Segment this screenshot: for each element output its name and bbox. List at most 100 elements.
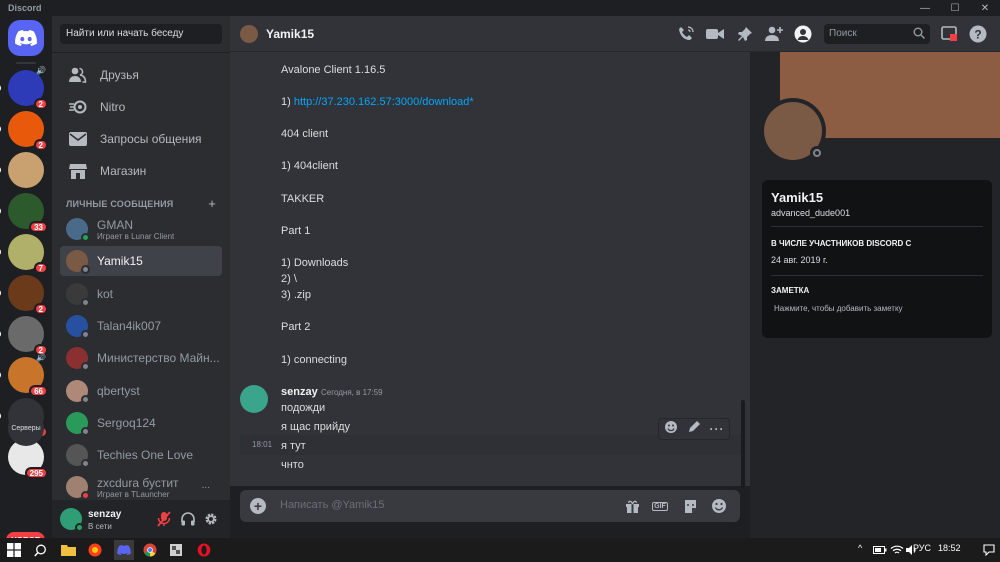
close-button[interactable]: ✕ (970, 0, 1000, 16)
dm-item[interactable]: qbertyst (60, 376, 222, 406)
battery-icon[interactable] (872, 542, 888, 558)
mention-badge: 2 (33, 303, 48, 315)
dm-item[interactable]: Министерство Майн... (60, 343, 222, 373)
dm-activity: Играет в Lunar Client (97, 231, 175, 241)
servers-folder[interactable]: Серверы (8, 410, 44, 446)
dm-avatar (66, 379, 90, 404)
wifi-icon[interactable] (889, 542, 905, 558)
download-link[interactable]: http://37.230.162.57:3000/download* (294, 96, 474, 108)
message-line: подожди (281, 402, 326, 414)
emoji-icon[interactable] (711, 498, 727, 514)
server-icon[interactable]: 2 (0, 316, 48, 356)
home-button[interactable] (8, 20, 44, 56)
gif-button[interactable]: GIF (652, 498, 668, 514)
add-friends-to-dm-icon[interactable] (765, 25, 783, 43)
message-list: Avalone Client 1.16.5 1) http://37.230.1… (230, 52, 750, 486)
recipient-avatar[interactable] (240, 25, 258, 43)
status-dot (81, 265, 90, 275)
server-icon[interactable]: 7 (0, 234, 48, 274)
server-icon[interactable]: 2 (0, 111, 48, 151)
message-line: 1) Downloads (281, 257, 349, 269)
server-icon[interactable] (0, 152, 44, 188)
dm-item[interactable]: zxcdura бустит Играет в TLauncher... (60, 472, 222, 502)
dm-avatar (66, 444, 90, 469)
note-header: ЗАМЕТКА (771, 286, 810, 295)
notifications-icon[interactable] (981, 542, 997, 558)
server-icon[interactable]: 33 (0, 193, 48, 233)
create-dm-plus-icon[interactable]: + (208, 196, 216, 211)
mention-badge: 33 (29, 221, 48, 233)
server-icon[interactable]: 2 (0, 275, 48, 315)
help-icon[interactable]: ? (969, 25, 987, 43)
profile-avatar[interactable] (760, 98, 826, 164)
dm-avatar (66, 282, 90, 307)
pinned-messages-icon[interactable] (736, 25, 754, 43)
windows-start-icon[interactable] (6, 542, 22, 558)
status-dot (81, 362, 90, 372)
dm-item[interactable]: kot (60, 279, 222, 309)
yandex-browser-icon[interactable] (87, 542, 103, 558)
user-avatar[interactable] (60, 508, 84, 532)
dm-item[interactable]: Yamik15 (60, 246, 222, 277)
nav-friends[interactable]: Друзья (60, 61, 222, 89)
unread-pip (0, 330, 1, 338)
chrome-icon[interactable] (142, 542, 158, 558)
input-language[interactable]: РУС (913, 543, 931, 553)
dm-item[interactable]: Sergoq124 (60, 408, 222, 438)
maximize-button[interactable]: ☐ (940, 0, 970, 16)
dm-name: Techies One Love (97, 448, 194, 463)
note-input[interactable]: Нажмите, чтобы добавить заметку (774, 304, 903, 313)
edit-pencil-icon[interactable] (687, 420, 701, 439)
dm-name: Yamik15 (97, 254, 143, 269)
add-attachment-plus-icon[interactable]: + (250, 498, 266, 514)
clock[interactable]: 18:52 (938, 543, 961, 553)
file-explorer-icon[interactable] (60, 542, 76, 558)
more-dms-icon[interactable]: ... (202, 480, 210, 491)
chat-scrollbar[interactable] (741, 400, 745, 488)
nav-shop[interactable]: Магазин (60, 157, 222, 185)
author-avatar[interactable] (240, 385, 268, 413)
unread-pip (0, 371, 1, 379)
user-profile-icon[interactable] (794, 25, 812, 43)
add-reaction-icon[interactable] (664, 420, 678, 439)
discord-taskbar-icon[interactable] (114, 540, 134, 560)
headphones-icon[interactable] (180, 511, 196, 527)
find-conversation-button[interactable]: Найти или начать беседу (60, 24, 222, 44)
video-call-icon[interactable] (706, 25, 724, 43)
taskbar-search-icon[interactable] (32, 542, 48, 558)
dm-item[interactable]: Talan4ik007 (60, 311, 222, 341)
chat-search-input[interactable]: Поиск (824, 24, 930, 44)
recipient-name[interactable]: Yamik15 (266, 27, 314, 41)
dm-name: Talan4ik007 (97, 318, 162, 333)
minimize-button[interactable]: — (910, 0, 940, 16)
show-hidden-icons[interactable]: ^ (858, 543, 862, 553)
message-line: 2) \ (281, 273, 297, 285)
settings-gear-icon[interactable] (203, 511, 219, 527)
mention-badge: 2 (33, 139, 48, 151)
offline-status-icon (810, 146, 824, 160)
dm-avatar (66, 250, 90, 275)
dm-item[interactable]: Techies One Love (60, 440, 222, 470)
voice-call-icon[interactable] (677, 25, 695, 43)
dm-item[interactable]: GMAN Играет в Lunar Client (60, 214, 222, 244)
more-options-icon[interactable]: ··· (710, 422, 725, 436)
server-icon[interactable]: 🔊 2 (0, 66, 48, 110)
gift-icon[interactable] (624, 498, 640, 514)
message-line: 1) 404client (281, 160, 338, 172)
title-bar: Discord — ☐ ✕ (0, 0, 1000, 16)
minecraft-launcher-icon[interactable] (168, 542, 184, 558)
status-dot (81, 233, 90, 242)
profile-card: Yamik15 advanced_dude001 В ЧИСЛЕ УЧАСТНИ… (762, 180, 992, 338)
shop-icon (66, 163, 90, 179)
server-icon[interactable]: 🔊 66 (0, 353, 48, 397)
message-composer[interactable]: + Написать @Yamik15 GIF (240, 490, 740, 522)
status-dot (81, 329, 90, 339)
inbox-icon[interactable] (940, 25, 958, 43)
nav-nitro[interactable]: Nitro (60, 93, 222, 121)
nav-message-requests[interactable]: Запросы общения (60, 125, 222, 153)
mute-mic-icon[interactable] (156, 511, 172, 527)
opera-icon[interactable] (196, 542, 212, 558)
message-author[interactable]: senzay (281, 386, 318, 398)
user-status: В сети (88, 522, 112, 531)
sticker-icon[interactable] (682, 498, 698, 514)
